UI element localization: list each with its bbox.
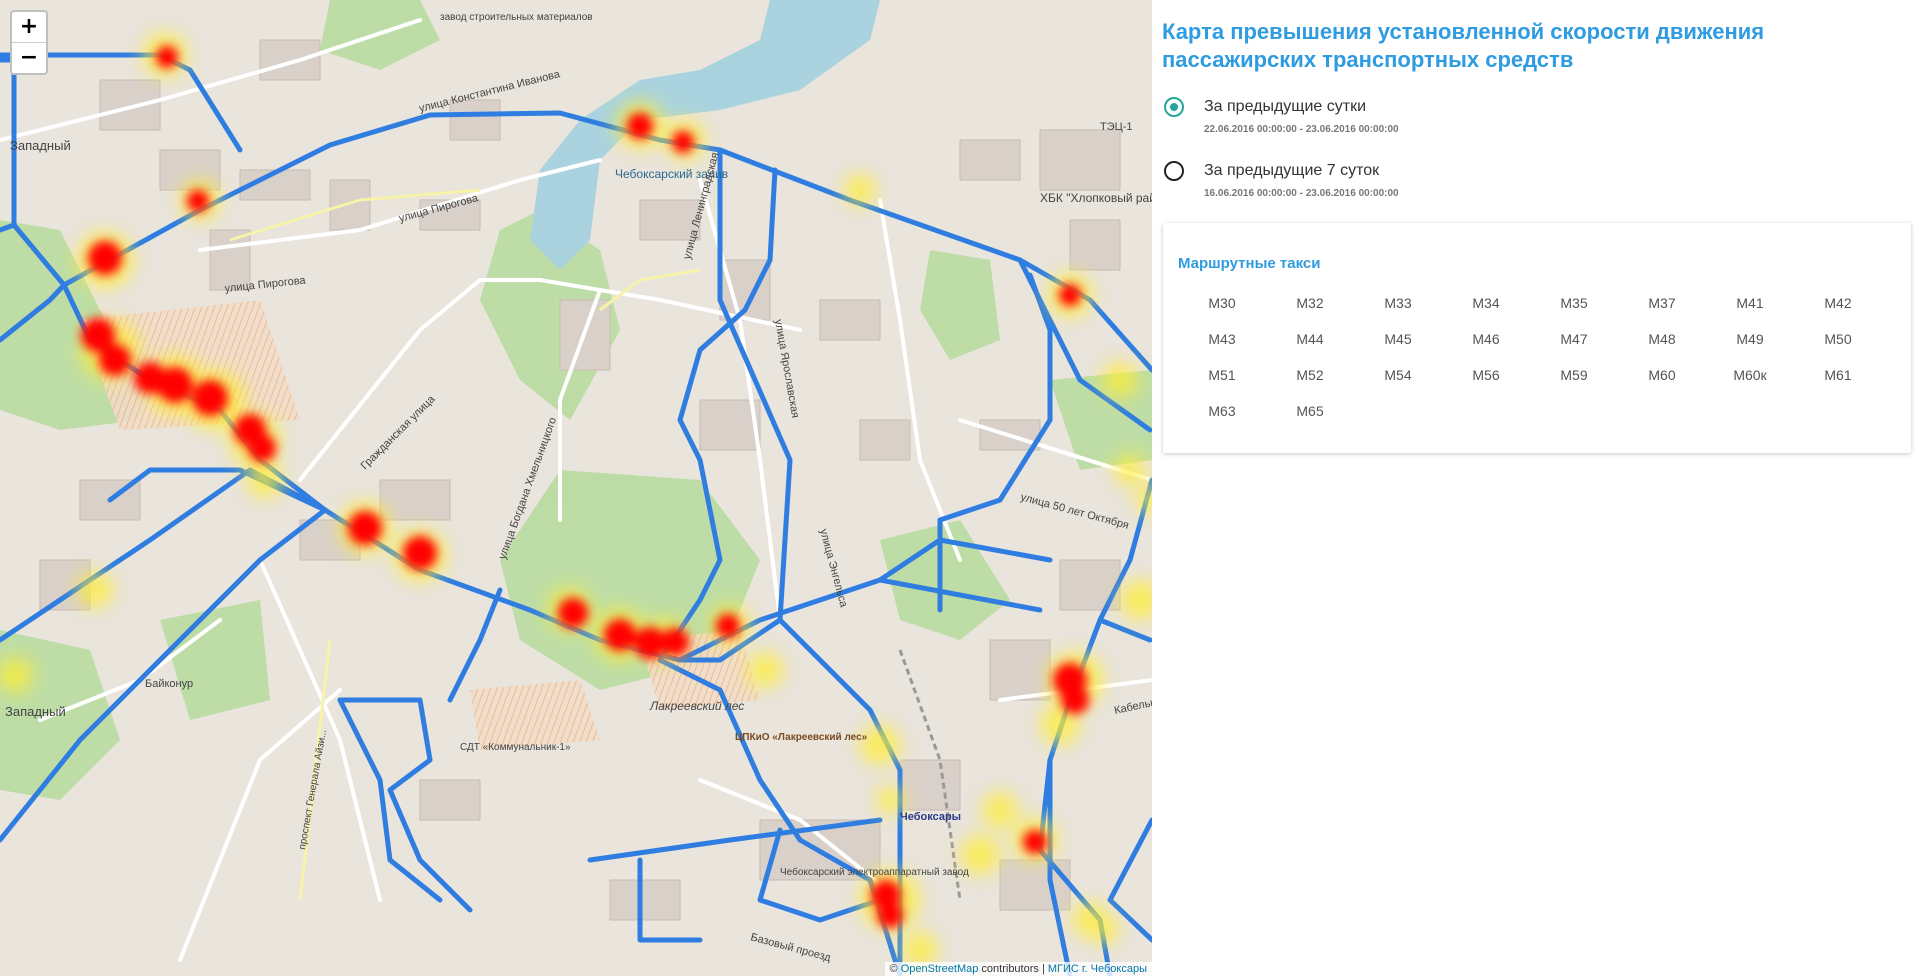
page-title: Карта превышения установленной скорости …	[1162, 19, 1765, 72]
map[interactable]: улица Константина Иванова улица Пирогова…	[0, 0, 1152, 976]
period-day-range: 22.06.2016 00:00:00 - 23.06.2016 00:00:0…	[1204, 124, 1399, 135]
route-item[interactable]: М54	[1354, 367, 1442, 403]
route-item[interactable]: М60к	[1706, 367, 1794, 403]
route-item[interactable]: М47	[1530, 331, 1618, 367]
route-item[interactable]: М35	[1530, 295, 1618, 331]
map-label: СДТ «Коммунальник-1»	[460, 742, 571, 753]
route-item[interactable]: М34	[1442, 295, 1530, 331]
route-item[interactable]: М43	[1178, 331, 1266, 367]
map-attribution: © OpenStreetMap contributors | МГИС г. Ч…	[884, 962, 1152, 976]
route-item[interactable]: М30	[1178, 295, 1266, 331]
mgis-link[interactable]: МГИС г. Чебоксары	[1048, 963, 1147, 975]
map-label: завод строительных материалов	[440, 12, 593, 23]
map-label: ХБК "Хлопковый рай"	[1040, 191, 1152, 205]
period-day-label[interactable]: За предыдущие сутки	[1204, 98, 1366, 116]
map-base: улица Константина Иванова улица Пирогова…	[0, 0, 1152, 976]
routes-card-title: Маршрутные такси	[1178, 255, 1321, 272]
route-item[interactable]: М59	[1530, 367, 1618, 403]
map-label: Западный	[10, 138, 71, 153]
map-label: Чебоксарский электроаппаратный завод	[780, 866, 969, 878]
route-item[interactable]: М48	[1618, 331, 1706, 367]
map-label: Лакреевский лес	[649, 699, 744, 713]
route-item[interactable]: М46	[1442, 331, 1530, 367]
period-week-label[interactable]: За предыдущие 7 суток	[1204, 162, 1379, 180]
route-item[interactable]: М63	[1178, 403, 1266, 439]
map-label: Западный	[5, 704, 66, 719]
attribution-prefix: ©	[889, 963, 898, 975]
map-label: ЦПКиО «Лакреевский лес»	[735, 732, 868, 743]
zoom-control: + −	[10, 10, 48, 75]
route-item[interactable]: М65	[1266, 403, 1354, 439]
period-week-range: 16.06.2016 00:00:00 - 23.06.2016 00:00:0…	[1204, 188, 1399, 199]
route-item[interactable]: М50	[1794, 331, 1882, 367]
map-label: Байконур	[145, 678, 193, 690]
attribution-contrib: contributors |	[978, 963, 1048, 975]
zoom-out-button[interactable]: −	[12, 42, 46, 73]
route-item[interactable]: М41	[1706, 295, 1794, 331]
zoom-in-button[interactable]: +	[12, 12, 46, 42]
map-label: ТЭЦ-1	[1100, 121, 1133, 133]
map-label: Чебоксары	[900, 811, 961, 823]
side-panel: Карта превышения установленной скорости …	[1152, 0, 1918, 976]
radio-day[interactable]	[1164, 97, 1184, 117]
routes-grid: М30 М32 М33 М34 М35 М37 М41 М42 М43 М44 …	[1178, 295, 1898, 439]
route-item[interactable]: М42	[1794, 295, 1882, 331]
route-item[interactable]: М45	[1354, 331, 1442, 367]
route-item[interactable]: М52	[1266, 367, 1354, 403]
radio-week[interactable]	[1164, 161, 1184, 181]
route-item[interactable]: М51	[1178, 367, 1266, 403]
route-item[interactable]: М49	[1706, 331, 1794, 367]
route-item[interactable]: М60	[1618, 367, 1706, 403]
route-item[interactable]: М33	[1354, 295, 1442, 331]
route-item[interactable]: М61	[1794, 367, 1882, 403]
route-item[interactable]: М44	[1266, 331, 1354, 367]
osm-link[interactable]: OpenStreetMap	[901, 963, 979, 975]
routes-card: Маршрутные такси М30 М32 М33 М34 М35 М37…	[1163, 223, 1911, 453]
route-item[interactable]: М37	[1618, 295, 1706, 331]
route-item[interactable]: М56	[1442, 367, 1530, 403]
route-item[interactable]: М32	[1266, 295, 1354, 331]
